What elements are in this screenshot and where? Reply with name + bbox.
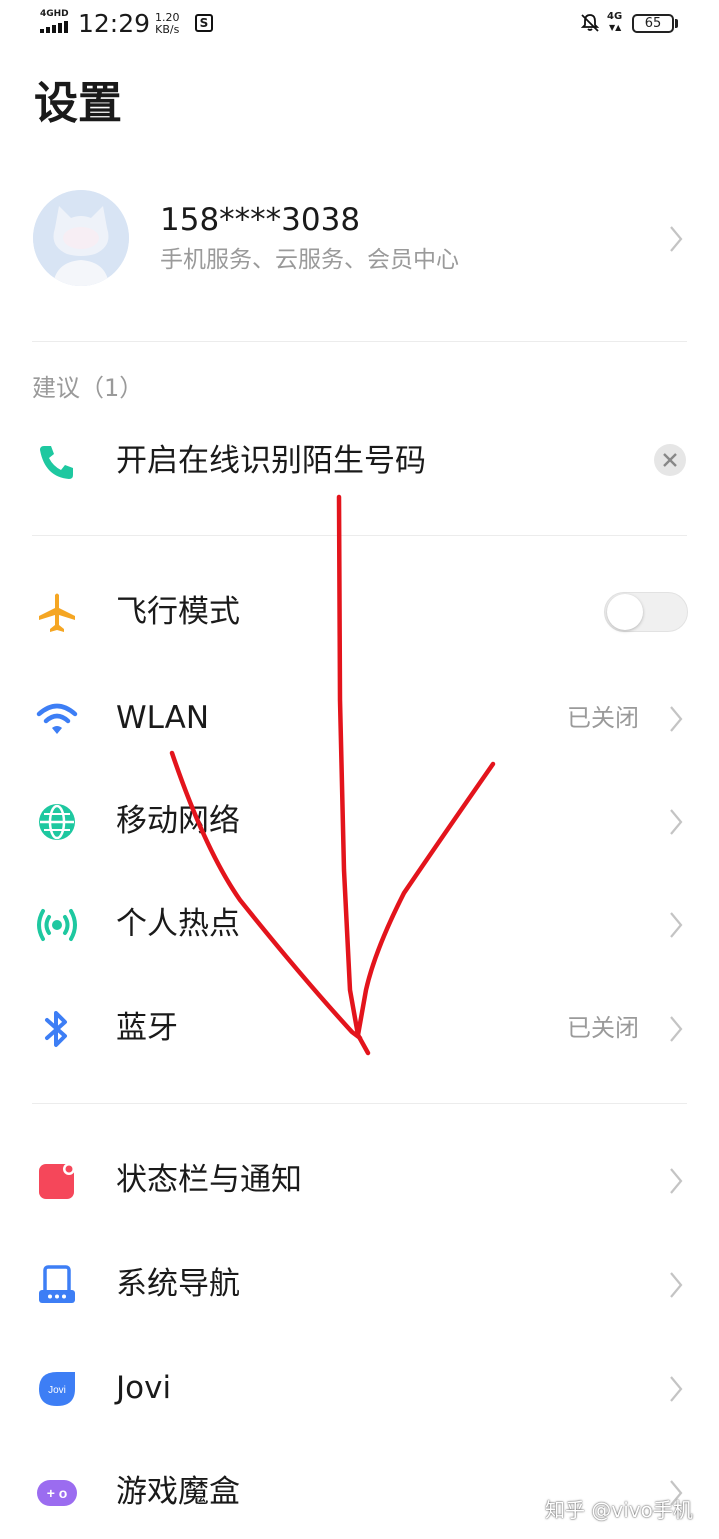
dismiss-suggestion-button[interactable] bbox=[654, 444, 686, 476]
settings-item-mobile-network[interactable]: 移动网络 bbox=[0, 781, 719, 861]
settings-item-status-bar-notifications[interactable]: 状态栏与通知 bbox=[0, 1140, 719, 1220]
status-bar-notifications-label: 状态栏与通知 bbox=[116, 1162, 302, 1198]
status-bar: 4GHD 12:29 1.20 KB/s S 4G ▼▲ 65 bbox=[0, 0, 719, 50]
wifi-icon bbox=[36, 703, 78, 734]
svg-text:Jovi: Jovi bbox=[48, 1385, 66, 1396]
notification-icon bbox=[39, 1163, 75, 1199]
close-icon bbox=[663, 453, 677, 467]
chevron-right-icon bbox=[670, 706, 683, 732]
chevron-right-icon bbox=[670, 1272, 683, 1298]
signal-icon bbox=[40, 21, 70, 33]
chevron-right-icon bbox=[670, 226, 683, 252]
bluetooth-icon bbox=[45, 1011, 67, 1047]
watermark: 知乎 @vivo手机 bbox=[545, 1498, 693, 1522]
navigation-icon bbox=[39, 1265, 75, 1303]
jovi-label: Jovi bbox=[116, 1370, 172, 1406]
suggestion-label: 开启在线识别陌生号码 bbox=[116, 443, 426, 479]
hotspot-icon bbox=[37, 909, 77, 941]
game-box-label: 游戏魔盒 bbox=[116, 1474, 240, 1510]
system-navigation-label: 系统导航 bbox=[116, 1266, 240, 1302]
status-time: 12:29 bbox=[78, 9, 151, 38]
airplane-icon bbox=[39, 593, 75, 632]
suggestion-caller-id[interactable]: 开启在线识别陌生号码 bbox=[0, 421, 719, 501]
app-notification-icon: S bbox=[195, 14, 213, 32]
chevron-right-icon bbox=[670, 1376, 683, 1402]
globe-icon bbox=[39, 804, 75, 840]
page-title: 设置 bbox=[34, 78, 122, 129]
divider bbox=[32, 1103, 687, 1104]
chevron-right-icon bbox=[670, 1168, 683, 1194]
settings-item-bluetooth[interactable]: 蓝牙 已关闭 bbox=[0, 988, 719, 1068]
toggle-knob bbox=[607, 594, 643, 630]
bluetooth-status: 已关闭 bbox=[567, 1014, 639, 1042]
settings-item-jovi[interactable]: Jovi Jovi bbox=[0, 1348, 719, 1428]
settings-item-hotspot[interactable]: 个人热点 bbox=[0, 884, 719, 964]
data-arrows-icon: ▼▲ bbox=[609, 23, 622, 32]
game-box-icon: + o bbox=[37, 1480, 77, 1506]
mobile-data-type: 4G bbox=[607, 11, 623, 22]
airplane-mode-label: 飞行模式 bbox=[116, 594, 240, 630]
chevron-right-icon bbox=[670, 809, 683, 835]
svg-text:+ o: + o bbox=[47, 1485, 68, 1501]
network-type: 4GHD bbox=[40, 9, 69, 19]
battery-icon: 65 bbox=[632, 14, 674, 33]
wlan-status: 已关闭 bbox=[567, 704, 639, 732]
suggestions-header: 建议（1） bbox=[32, 374, 144, 402]
hotspot-label: 个人热点 bbox=[116, 906, 240, 942]
account-phone: 158****3038 bbox=[160, 202, 361, 238]
chevron-right-icon bbox=[670, 912, 683, 938]
phone-icon bbox=[40, 446, 73, 479]
network-speed: 1.20 KB/s bbox=[155, 11, 180, 36]
divider bbox=[32, 341, 687, 342]
mobile-network-label: 移动网络 bbox=[116, 803, 240, 839]
jovi-icon: Jovi bbox=[39, 1372, 75, 1406]
account-row[interactable]: 158****3038 手机服务、云服务、会员中心 bbox=[0, 180, 719, 300]
chevron-right-icon bbox=[670, 1016, 683, 1042]
settings-item-wlan[interactable]: WLAN 已关闭 bbox=[0, 678, 719, 758]
battery-tip bbox=[675, 19, 678, 28]
airplane-mode-toggle[interactable] bbox=[604, 592, 688, 632]
avatar-icon bbox=[33, 190, 129, 286]
settings-item-system-navigation[interactable]: 系统导航 bbox=[0, 1244, 719, 1324]
wlan-label: WLAN bbox=[116, 700, 210, 736]
account-subtitle: 手机服务、云服务、会员中心 bbox=[160, 247, 459, 273]
avatar bbox=[33, 190, 129, 286]
bluetooth-label: 蓝牙 bbox=[116, 1010, 178, 1046]
divider bbox=[32, 535, 687, 536]
mute-bell-icon bbox=[580, 14, 600, 32]
